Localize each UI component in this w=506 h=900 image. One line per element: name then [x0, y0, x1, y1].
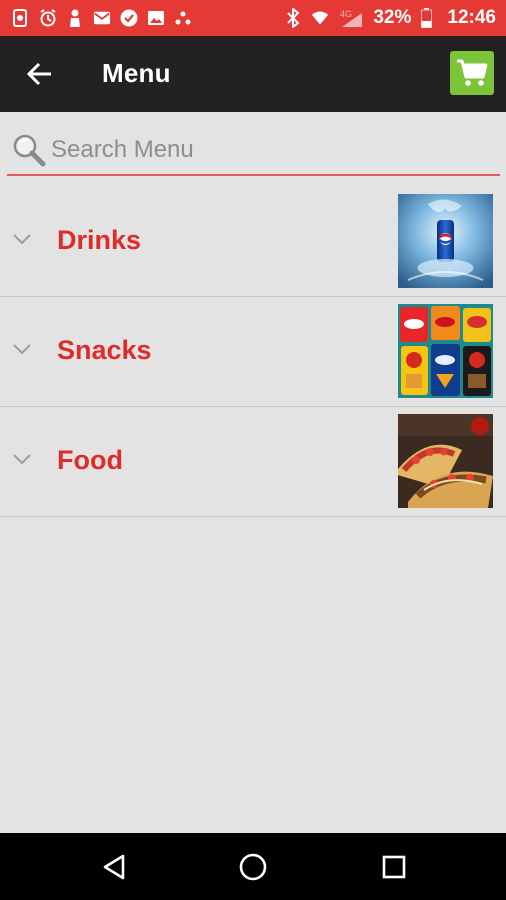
- chevron-down-icon: [13, 344, 31, 355]
- clock: 12:46: [447, 7, 496, 28]
- status-bar: 4G 32% 12:46: [0, 0, 506, 36]
- chips-bags-image: [398, 304, 493, 398]
- category-label: Drinks: [57, 225, 142, 255]
- search-bar: [7, 126, 500, 176]
- mail-icon: [93, 9, 111, 27]
- image-icon: [147, 9, 165, 27]
- cart-button[interactable]: [450, 51, 494, 95]
- wifi-icon: [311, 9, 329, 27]
- category-list: Drinks Snacks Food: [0, 187, 506, 517]
- back-button[interactable]: [24, 58, 56, 90]
- category-label: Snacks: [57, 335, 152, 365]
- nav-home-button[interactable]: [236, 850, 270, 884]
- status-bar-system: 4G 32% 12:46: [284, 7, 496, 29]
- category-row-snacks[interactable]: Snacks: [0, 297, 506, 407]
- chevron-down-icon: [13, 234, 31, 245]
- triangle-back-icon: [103, 854, 125, 880]
- category-row-food[interactable]: Food: [0, 407, 506, 517]
- network-dots-icon: [174, 9, 192, 27]
- check-badge-icon: [120, 9, 138, 27]
- network-type-label: 4G: [340, 9, 352, 19]
- nav-back-button[interactable]: [97, 850, 131, 884]
- file-sync-icon: [12, 9, 30, 27]
- alarm-icon: [39, 9, 57, 27]
- person-icon: [66, 9, 84, 27]
- circle-home-icon: [239, 853, 267, 881]
- category-row-drinks[interactable]: Drinks: [0, 187, 506, 297]
- pepsi-can-image: [398, 194, 493, 288]
- status-bar-notifications: [12, 9, 192, 27]
- chevron-down-icon: [13, 454, 31, 465]
- search-input[interactable]: [51, 134, 471, 166]
- nav-recents-button[interactable]: [377, 850, 411, 884]
- shopping-cart-icon: [457, 59, 488, 86]
- category-label: Food: [57, 445, 123, 475]
- tacos-image: [398, 414, 493, 508]
- app-bar: Menu: [0, 36, 506, 112]
- system-nav-bar: [0, 833, 506, 900]
- battery-percent: 32%: [373, 7, 412, 28]
- page-title: Menu: [102, 58, 171, 88]
- square-recents-icon: [382, 855, 406, 879]
- battery-icon: [420, 8, 432, 28]
- arrow-back-icon: [27, 62, 51, 86]
- bluetooth-icon: [284, 8, 302, 28]
- search-icon: [13, 134, 46, 167]
- cellular-signal-icon: 4G: [338, 9, 364, 27]
